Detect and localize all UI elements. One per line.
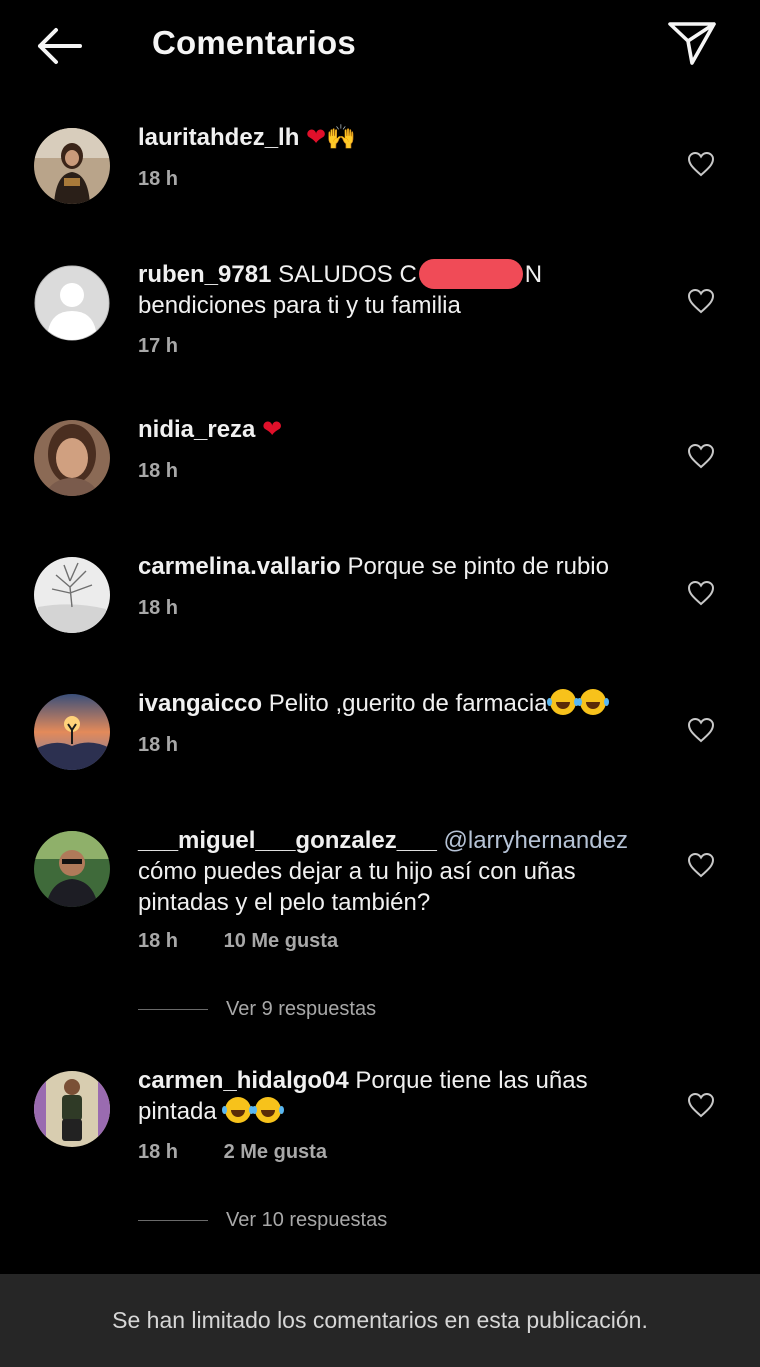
comment-time: 18 h bbox=[138, 930, 179, 952]
paper-plane-icon bbox=[668, 22, 716, 65]
heart-outline-icon bbox=[687, 443, 715, 469]
avatar[interactable] bbox=[34, 128, 110, 204]
heart-outline-icon bbox=[687, 1092, 715, 1118]
comment-body: Pelito ,guerito de farmacia bbox=[268, 690, 548, 717]
avatar[interactable] bbox=[34, 831, 110, 907]
heart-outline-icon bbox=[687, 151, 715, 177]
comment-text: ruben_9781 SALUDOS CN bendiciones para t… bbox=[138, 259, 668, 321]
avatar[interactable] bbox=[34, 265, 110, 341]
comment-text: ivangaicco Pelito ,guerito de farmacia bbox=[138, 688, 668, 719]
comment-time: 18 h bbox=[138, 460, 179, 482]
page-title: Comentarios bbox=[152, 24, 356, 61]
share-button[interactable] bbox=[664, 16, 722, 70]
replies-divider bbox=[138, 1220, 208, 1222]
comment-time: 18 h bbox=[138, 168, 179, 190]
header-bar: Comentarios bbox=[0, 0, 760, 90]
comment-item: lauritahdez_lh ❤🙌 18 h bbox=[0, 123, 760, 236]
comment-body: Porque se pinto de rubio bbox=[347, 553, 609, 580]
like-button[interactable] bbox=[686, 150, 716, 178]
view-replies-button[interactable]: Ver 10 respuestas bbox=[138, 1209, 387, 1232]
view-replies-label: Ver 10 respuestas bbox=[226, 1209, 388, 1231]
heart-outline-icon bbox=[687, 288, 715, 314]
comment-text: lauritahdez_lh ❤🙌 bbox=[138, 122, 668, 153]
comment-text: ___miguel___gonzalez___ @larryhernandez … bbox=[138, 825, 668, 918]
red-heart-emoji: ❤ bbox=[306, 123, 327, 151]
comment-meta: 18 h bbox=[138, 460, 178, 483]
like-button[interactable] bbox=[686, 579, 716, 607]
like-button[interactable] bbox=[686, 851, 716, 879]
redaction-mark bbox=[418, 259, 523, 289]
comment-body: SALUDOS C bbox=[278, 261, 417, 288]
view-replies-button[interactable]: Ver 9 respuestas bbox=[138, 998, 376, 1021]
red-heart-emoji: ❤ bbox=[262, 415, 283, 443]
replies-divider bbox=[138, 1009, 208, 1011]
heart-outline-icon bbox=[687, 717, 715, 743]
likes-count[interactable]: 2 Me gusta bbox=[224, 1141, 327, 1163]
tears-of-joy-emoji bbox=[546, 689, 576, 715]
like-button[interactable] bbox=[686, 1091, 716, 1119]
comment-item: nidia_reza ❤ 18 h bbox=[0, 415, 760, 528]
comment-username[interactable]: carmen_hidalgo04 bbox=[138, 1067, 349, 1094]
comment-item: carmelina.vallario Porque se pinto de ru… bbox=[0, 553, 760, 665]
comment-text: nidia_reza ❤ bbox=[138, 414, 668, 445]
comment-meta: 18 h bbox=[138, 597, 178, 620]
comment-item: ivangaicco Pelito ,guerito de farmacia 1… bbox=[0, 689, 760, 802]
back-button[interactable] bbox=[30, 22, 88, 70]
comment-username[interactable]: carmelina.vallario bbox=[138, 553, 341, 580]
comment-meta: 18 h bbox=[138, 734, 178, 757]
comment-meta: 17 h bbox=[138, 335, 178, 358]
comment-username[interactable]: lauritahdez_lh bbox=[138, 124, 299, 151]
comment-username[interactable]: nidia_reza bbox=[138, 416, 255, 443]
comment-username[interactable]: ruben_9781 bbox=[138, 261, 271, 288]
tears-of-joy-emoji bbox=[222, 1097, 252, 1123]
tears-of-joy-emoji bbox=[576, 689, 606, 715]
likes-count[interactable]: 10 Me gusta bbox=[224, 930, 338, 952]
comment-meta: 18 h 10 Me gusta bbox=[138, 930, 338, 953]
view-replies-label: Ver 9 respuestas bbox=[226, 998, 377, 1020]
comment-meta: 18 h 2 Me gusta bbox=[138, 1141, 327, 1164]
notice-text: Se han limitado los comentarios en esta … bbox=[112, 1307, 648, 1333]
comment-username[interactable]: ___miguel___gonzalez___ bbox=[138, 827, 437, 854]
like-button[interactable] bbox=[686, 442, 716, 470]
like-button[interactable] bbox=[686, 287, 716, 315]
comment-body: cómo puedes dejar a tu hijo así con uñas… bbox=[138, 858, 576, 916]
comment-username[interactable]: ivangaicco bbox=[138, 690, 262, 717]
comment-meta: 18 h bbox=[138, 168, 178, 191]
raising-hands-emoji: 🙌 bbox=[326, 123, 357, 151]
comment-item: carmen_hidalgo04 Porque tiene las uñas p… bbox=[0, 1067, 760, 1249]
tears-of-joy-emoji bbox=[252, 1097, 282, 1123]
arrow-left-icon bbox=[38, 28, 82, 64]
avatar[interactable] bbox=[34, 557, 110, 633]
comment-text: carmen_hidalgo04 Porque tiene las uñas p… bbox=[138, 1065, 668, 1127]
comment-item: ___miguel___gonzalez___ @larryhernandez … bbox=[0, 827, 760, 1029]
like-button[interactable] bbox=[686, 716, 716, 744]
avatar[interactable] bbox=[34, 694, 110, 770]
mention-link[interactable]: @larryhernandez bbox=[444, 827, 628, 854]
comment-time: 17 h bbox=[138, 335, 179, 357]
avatar[interactable] bbox=[34, 1071, 110, 1147]
heart-outline-icon bbox=[687, 852, 715, 878]
avatar[interactable] bbox=[34, 420, 110, 496]
comment-time: 18 h bbox=[138, 597, 179, 619]
comment-text: carmelina.vallario Porque se pinto de ru… bbox=[138, 551, 668, 582]
heart-outline-icon bbox=[687, 580, 715, 606]
comment-item: ruben_9781 SALUDOS CN bendiciones para t… bbox=[0, 259, 760, 373]
comments-limited-notice: Se han limitado los comentarios en esta … bbox=[0, 1274, 760, 1367]
comment-time: 18 h bbox=[138, 1141, 179, 1163]
comment-time: 18 h bbox=[138, 734, 179, 756]
